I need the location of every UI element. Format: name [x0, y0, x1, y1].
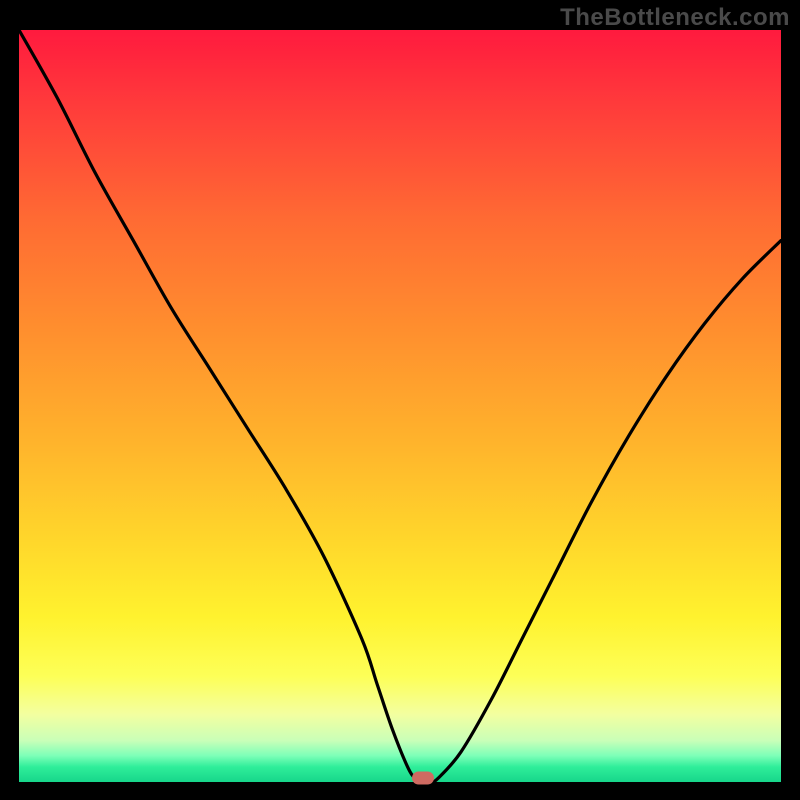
chart-frame: TheBottleneck.com — [0, 0, 800, 800]
bottleneck-curve — [19, 30, 781, 782]
plot-area — [19, 30, 781, 782]
optimum-marker — [412, 772, 434, 785]
watermark-text: TheBottleneck.com — [560, 4, 790, 32]
